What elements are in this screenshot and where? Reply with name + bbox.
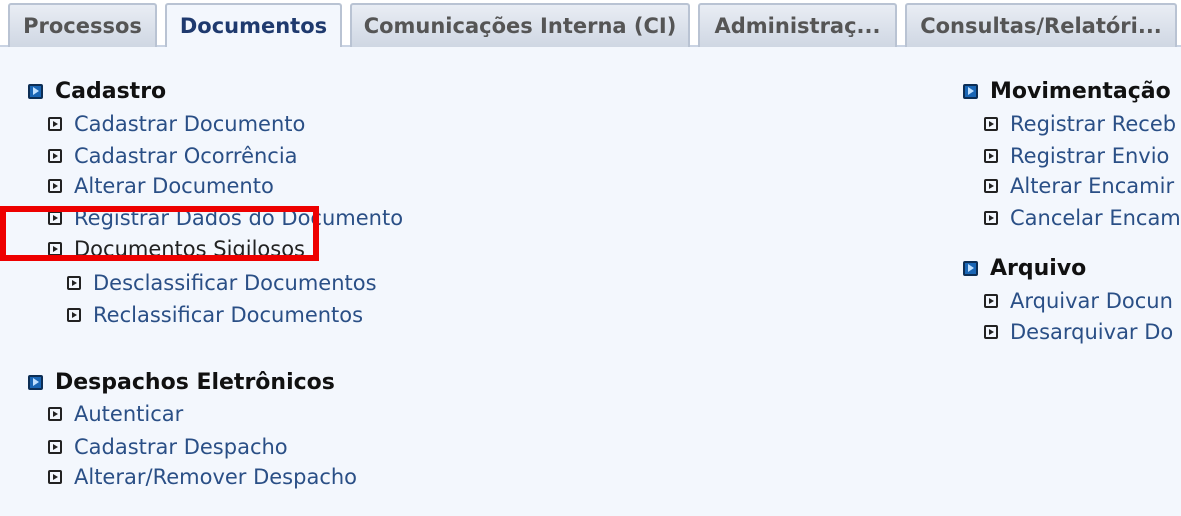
link-registrar-recebimento[interactable]: Registrar Receb [984,110,1176,138]
highlight-box [0,206,319,261]
bullet-arrow-icon [67,308,81,322]
link-desclassificar-documentos[interactable]: Desclassificar Documentos [67,269,377,297]
menu-content: Cadastro Cadastrar Documento Cadastrar O… [0,47,1181,516]
link-label: Alterar Encamir [1010,174,1175,198]
link-label: Autenticar [74,402,184,426]
link-cadastrar-despacho[interactable]: Cadastrar Despacho [48,433,288,461]
bullet-arrow-icon [984,149,998,163]
bullet-arrow-icon [48,117,62,131]
link-label: Reclassificar Documentos [93,303,364,327]
link-label: Cancelar Encam [1010,206,1181,230]
link-registrar-envio[interactable]: Registrar Envio [984,142,1169,170]
section-arquivo-title: Arquivo [963,254,1086,282]
link-label: Alterar/Remover Despacho [74,465,358,489]
bullet-arrow-icon [984,179,998,193]
link-label: Cadastrar Ocorrência [74,144,298,168]
link-autenticar[interactable]: Autenticar [48,400,183,428]
section-arrow-icon [963,260,978,276]
bullet-arrow-icon [48,179,62,193]
tab-consultas-relatorios[interactable]: Consultas/Relatóri... [905,3,1177,47]
bullet-arrow-icon [984,294,998,308]
section-despachos-title: Despachos Eletrônicos [28,368,335,396]
section-title-label: Cadastro [55,78,167,104]
link-alterar-encaminhamento[interactable]: Alterar Encamir [984,172,1174,200]
bullet-arrow-icon [67,276,81,290]
link-reclassificar-documentos[interactable]: Reclassificar Documentos [67,301,363,329]
section-title-label: Movimentação [990,78,1171,104]
section-cadastro-title: Cadastro [28,77,166,105]
link-label: Desclassificar Documentos [93,271,377,295]
bullet-arrow-icon [48,470,62,484]
link-cancelar-encaminhamento[interactable]: Cancelar Encam [984,204,1181,232]
link-label: Cadastrar Documento [74,112,306,136]
bullet-arrow-icon [984,211,998,225]
link-label: Arquivar Docun [1010,289,1173,313]
section-title-label: Despachos Eletrônicos [55,369,335,395]
tab-administracao[interactable]: Administraç... [698,3,897,47]
link-arquivar-documento[interactable]: Arquivar Docun [984,287,1173,315]
link-desarquivar-documento[interactable]: Desarquivar Do [984,318,1173,346]
bullet-arrow-icon [48,149,62,163]
link-label: Registrar Envio [1010,144,1170,168]
tab-documentos[interactable]: Documentos [165,3,342,49]
link-alterar-documento[interactable]: Alterar Documento [48,172,274,200]
link-label: Desarquivar Do [1010,320,1174,344]
section-title-label: Arquivo [990,255,1087,281]
link-label: Cadastrar Despacho [74,435,288,459]
bullet-arrow-icon [48,407,62,421]
link-cadastrar-documento[interactable]: Cadastrar Documento [48,110,305,138]
section-movimentacao-title: Movimentação [963,77,1171,105]
link-cadastrar-ocorrencia[interactable]: Cadastrar Ocorrência [48,142,298,170]
bullet-arrow-icon [48,440,62,454]
bullet-arrow-icon [984,325,998,339]
link-label: Alterar Documento [74,174,274,198]
tab-bar: Processos Documentos Comunicações Intern… [0,0,1181,49]
section-arrow-icon [28,83,43,99]
section-arrow-icon [28,374,43,390]
bullet-arrow-icon [984,117,998,131]
section-arrow-icon [963,83,978,99]
tab-processos[interactable]: Processos [8,3,157,47]
link-alterar-remover-despacho[interactable]: Alterar/Remover Despacho [48,463,357,491]
link-label: Registrar Receb [1010,112,1177,136]
tab-comunicacoes-interna[interactable]: Comunicações Interna (CI) [350,3,690,47]
